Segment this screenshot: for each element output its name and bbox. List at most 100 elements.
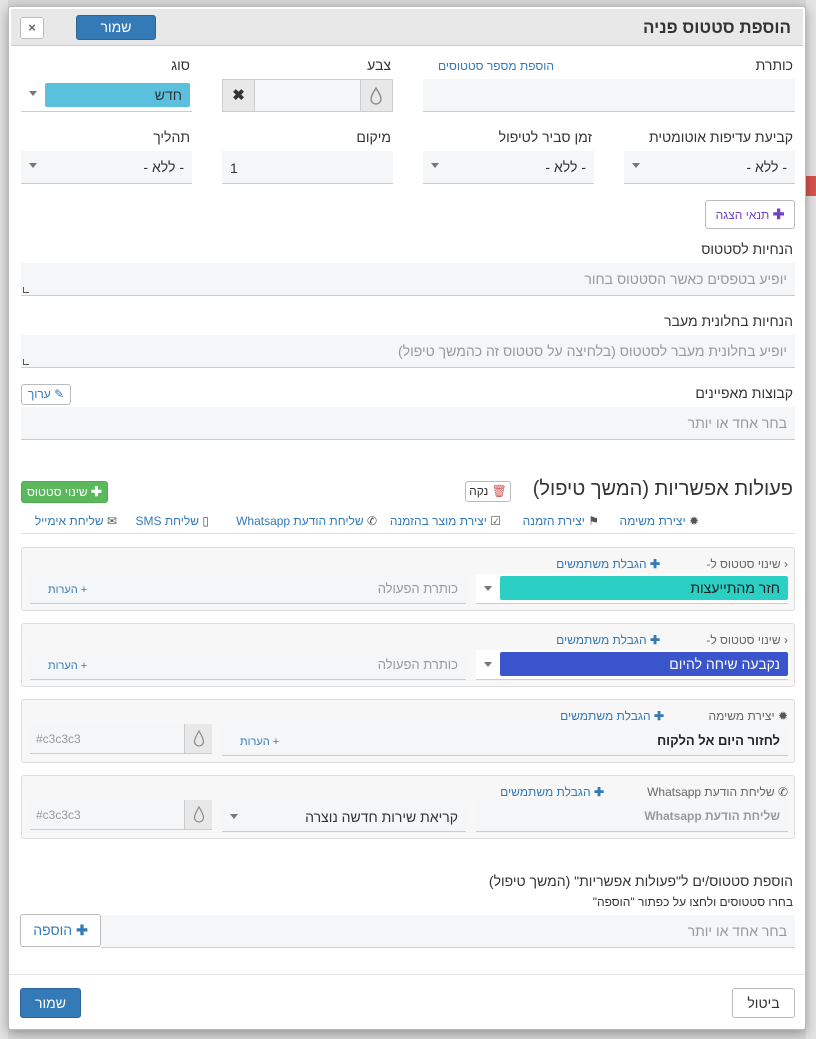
add-statuses-button-label: הוספה <box>33 922 73 938</box>
toolbar-create-order[interactable]: ⚑ יצירת הזמנה <box>523 514 599 528</box>
modal-title: הוספת סטטוס פניה <box>642 18 791 37</box>
whatsapp-template-select[interactable]: קריאת שירות חדשה נוצרה <box>222 802 466 832</box>
card-type-text: שליחת הודעת Whatsapp <box>647 785 775 799</box>
toolbar-send-sms[interactable]: ▯ שליחת SMS <box>136 514 210 528</box>
cancel-button[interactable]: ביטול <box>732 988 795 1018</box>
color-label: צבע <box>367 57 391 73</box>
background-right-strip <box>806 0 816 1039</box>
chevron-down-icon <box>230 814 238 819</box>
pencil-icon: ✎ <box>54 387 65 401</box>
toolbar-send-whatsapp[interactable]: ✆ שליחת הודעת Whatsapp <box>236 514 377 528</box>
whatsapp-template-value: קריאת שירות חדשה נוצרה <box>305 809 458 825</box>
status-select[interactable]: חזר מהתייעצות <box>476 574 788 604</box>
add-statuses-select[interactable]: בחר אחד או יותר <box>101 915 795 948</box>
close-button[interactable]: × <box>20 17 44 39</box>
type-label: סוג <box>171 57 190 73</box>
plus-icon: ✚ <box>76 922 88 938</box>
groups-select[interactable]: בחר אחד או יותר <box>21 407 795 440</box>
notes-link[interactable]: + הערות <box>240 736 279 748</box>
title-input[interactable] <box>423 79 795 112</box>
transition-instructions-textarea[interactable]: יופיע בחלונית מעבר לסטטוס (בלחיצה על סטט… <box>21 335 795 368</box>
action-card-create-task: ✹ יצירת משימה ✚ הגבלת משתמשים לחזור היום… <box>21 699 795 763</box>
envelope-icon: ✉ <box>106 514 117 528</box>
toolbar-send-email[interactable]: ✉ שליחת אימייל <box>35 514 117 528</box>
process-select[interactable]: - ללא - <box>21 151 192 184</box>
background-left-strip <box>0 0 8 1039</box>
status-instructions-textarea[interactable]: יופיע בטפסים כאשר הסטטוס בחור <box>21 263 795 296</box>
toolbar-create-order-product[interactable]: ☑ יצירת מוצר בהזמנה <box>390 514 501 528</box>
add-status-modal: הוספת סטטוס פניה × שמור כותרת הוספת מספר… <box>8 6 806 1030</box>
auto-priority-select[interactable]: - ללא - <box>624 151 795 184</box>
clear-actions-button[interactable]: 🗑 נקה <box>465 481 511 502</box>
add-statuses-placeholder: בחר אחד או יותר <box>687 923 787 939</box>
restrict-users-label: הגבלת משתמשים <box>500 785 591 799</box>
color-field[interactable]: ✖ <box>222 79 393 112</box>
toolbar-send-email-label: שליחת אימייל <box>34 514 104 528</box>
display-conditions-button[interactable]: ✚ תנאי הצגה <box>705 200 795 229</box>
task-color-value: #c3c3c3 <box>36 732 81 746</box>
card-type-label: ‹ שינוי סטטוס ל- <box>706 557 788 571</box>
notes-link[interactable]: + הערות <box>48 584 87 596</box>
trash-icon: 🗑 <box>491 484 507 498</box>
plus-icon: ✚ <box>653 709 664 723</box>
position-value: 1 <box>230 160 238 176</box>
clear-color-icon[interactable]: ✖ <box>223 80 255 111</box>
flag-icon: ⚑ <box>588 514 599 528</box>
add-multiple-statuses-link[interactable]: הוספת מספר סטטוסים <box>438 59 554 73</box>
restrict-users-link[interactable]: ✚ הגבלת משתמשים <box>500 785 604 799</box>
restrict-users-label: הגבלת משתמשים <box>556 633 647 647</box>
status-select[interactable]: נקבעה שיחה להיום <box>476 650 788 680</box>
save-top-button[interactable]: שמור <box>76 15 156 40</box>
restrict-users-link[interactable]: ✚ הגבלת משתמשים <box>556 633 660 647</box>
task-input[interactable]: לחזור היום אל הלקוח + הערות <box>222 726 788 756</box>
toolbar-create-order-product-label: יצירת מוצר בהזמנה <box>389 514 487 528</box>
plus-icon: ✚ <box>772 206 785 222</box>
position-input[interactable]: 1 <box>222 151 393 184</box>
restrict-users-link[interactable]: ✚ הגבלת משתמשים <box>560 709 664 723</box>
restrict-users-link[interactable]: ✚ הגבלת משתמשים <box>556 557 660 571</box>
add-statuses-button[interactable]: ✚ הוספה <box>20 914 101 947</box>
action-title-input[interactable]: כותרת הפעולה + הערות <box>30 650 466 680</box>
card-type-text: יצירת משימה <box>708 709 775 723</box>
background-badge <box>806 176 816 196</box>
resize-handle-icon[interactable] <box>23 359 29 365</box>
color-drop-icon[interactable] <box>184 724 212 753</box>
status-pill: נקבעה שיחה להיום <box>500 652 788 676</box>
toolbar-create-task[interactable]: ✹ יצירת משימה <box>620 514 699 528</box>
handling-time-label: זמן סביר לטיפול <box>498 129 592 145</box>
chevron-down-icon <box>484 662 492 667</box>
save-button[interactable]: שמור <box>20 988 81 1018</box>
action-title-input[interactable]: כותרת הפעולה + הערות <box>30 574 466 604</box>
card-type-text: שינוי סטטוס ל- <box>706 557 781 571</box>
action-card-status-change-1: ‹ שינוי סטטוס ל- ✚ הגבלת משתמשים חזר מהת… <box>21 547 795 611</box>
whatsapp-icon: ✆ <box>366 514 377 528</box>
toolbar-create-order-label: יצירת הזמנה <box>522 514 585 528</box>
card-type-label: ✆ שליחת הודעת Whatsapp <box>647 785 788 799</box>
color-drop-icon[interactable] <box>360 80 392 111</box>
whatsapp-message-input[interactable]: שליחת הודעת Whatsapp <box>476 802 788 832</box>
status-pill: חזר מהתייעצות <box>500 576 788 600</box>
status-change-button[interactable]: ✚ שינוי סטטוס <box>21 481 108 503</box>
gear-icon: ✹ <box>688 514 699 528</box>
mobile-icon: ▯ <box>202 514 209 528</box>
color-drop-icon[interactable] <box>184 800 212 829</box>
type-select[interactable]: חדש <box>21 79 192 112</box>
handling-time-value: - ללא - <box>545 159 586 175</box>
handling-time-select[interactable]: - ללא - <box>423 151 594 184</box>
card-type-label: ✹ יצירת משימה <box>709 709 788 723</box>
position-label: מיקום <box>356 129 391 145</box>
task-color-field[interactable]: #c3c3c3 <box>30 724 212 754</box>
toolbar-create-task-label: יצירת משימה <box>619 514 686 528</box>
process-label: תהליך <box>153 129 190 145</box>
notes-link[interactable]: + הערות <box>48 660 87 672</box>
actions-title: פעולות אפשריות (המשך טיפול) <box>532 478 793 500</box>
auto-priority-value: - ללא - <box>746 159 787 175</box>
groups-edit-button[interactable]: ✎ ערוך <box>21 384 71 405</box>
card-type-text: שינוי סטטוס ל- <box>706 633 781 647</box>
resize-handle-icon[interactable] <box>23 287 29 293</box>
actions-toolbar: ✹ יצירת משימה ⚑ יצירת הזמנה ☑ יצירת מוצר… <box>21 510 795 534</box>
add-statuses-hint: בחרו סטטוסים ולחצו על כפתור "הוספה" <box>592 895 793 909</box>
whatsapp-color-field[interactable]: #c3c3c3 <box>30 800 212 830</box>
action-title-placeholder: כותרת הפעולה <box>377 581 458 596</box>
status-change-label: שינוי סטטוס <box>27 485 88 499</box>
